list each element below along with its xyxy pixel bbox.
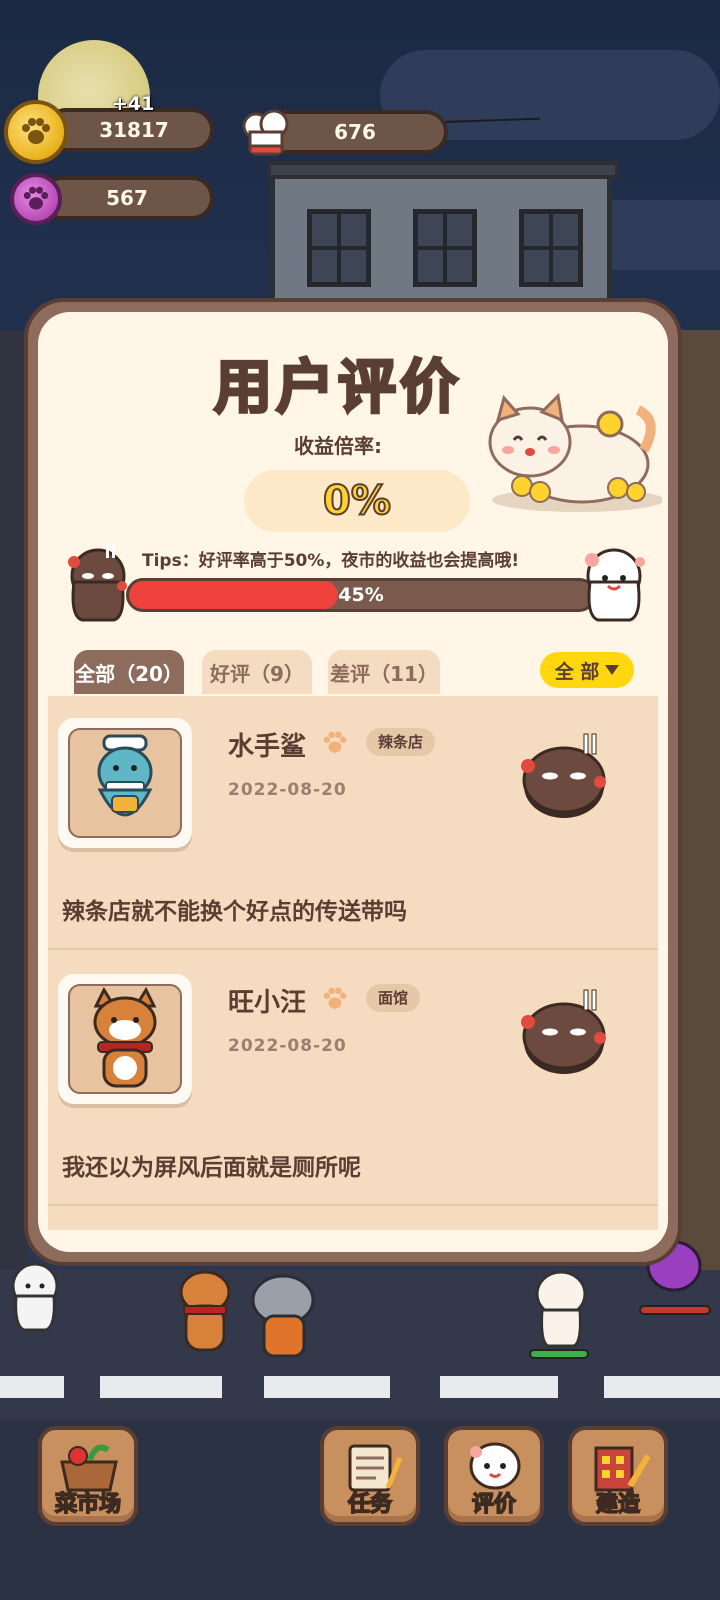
chef-hat-icon <box>242 109 289 156</box>
coin-amount: 31817 <box>99 118 169 142</box>
reviews-panel: 用户评价 收益倍率: 0% Tips：好评率高于50%，夜市的收益也会提高哦! … <box>24 298 682 1266</box>
tab-bad[interactable]: 差评（11） <box>328 650 440 694</box>
reviewer-avatar <box>58 718 192 848</box>
build-button[interactable]: 建造 <box>568 1426 668 1526</box>
paw-gem-counter: 567 <box>40 176 214 220</box>
reviewer-name: 旺小汪 <box>228 988 307 1018</box>
shop-badge: 辣条店 <box>366 728 436 756</box>
income-rate-value: 0% <box>244 470 470 532</box>
tips-text: Tips：好评率高于50%，夜市的收益也会提高哦! <box>142 551 520 571</box>
angry-face-icon <box>521 989 606 1074</box>
ghost-customer <box>11 1262 59 1332</box>
market-basket-icon <box>60 1444 118 1492</box>
review-comment: 我还以为屏风后面就是厕所呢 <box>62 1155 361 1181</box>
dog-customer <box>179 1270 231 1352</box>
caret-down-icon <box>605 665 620 675</box>
good-review-ghost-icon <box>585 548 645 622</box>
build-brush-icon <box>594 1446 651 1492</box>
review-comment: 辣条店就不能换个好点的传送带吗 <box>62 899 407 925</box>
paw-icon <box>323 731 347 753</box>
review-date: 2022-08-20 <box>228 780 347 800</box>
filter-dropdown[interactable]: 全 部 <box>540 652 634 688</box>
paw-icon <box>323 987 347 1009</box>
reviewer-avatar <box>58 974 192 1104</box>
paw-gem-amount: 567 <box>106 186 148 210</box>
good-review-progress-bar: 45% <box>126 578 596 612</box>
market-button[interactable]: 菜市场 <box>38 1426 138 1526</box>
review-item: 旺小汪 面馆 2022-08-20 我还以为屏风后面就是厕所呢 <box>48 952 658 1206</box>
tab-all[interactable]: 全部（20） <box>74 650 184 694</box>
building <box>267 161 619 310</box>
storefront-right <box>680 330 720 1270</box>
review-date: 2022-08-20 <box>228 1036 347 1056</box>
shark-sailor-icon <box>97 734 153 817</box>
purple-paw-icon <box>10 173 62 225</box>
review-button[interactable]: 评价 <box>444 1426 544 1526</box>
ghost-face-icon <box>469 1442 521 1490</box>
angry-face-icon <box>521 733 606 818</box>
lucky-cat-icon <box>488 392 662 512</box>
review-list[interactable]: 水手鲨 辣条店 2022-08-20 辣条店就不能换个好点的传送带吗 旺小汪 面… <box>48 696 658 1230</box>
filter-label: 全 部 <box>554 660 600 683</box>
elephant-customer <box>251 1274 315 1358</box>
task-scroll-icon <box>348 1444 403 1492</box>
cat-skater <box>529 1270 589 1359</box>
paw-coin-icon <box>4 100 68 164</box>
reviews-panel-inner: 用户评价 收益倍率: 0% Tips：好评率高于50%，夜市的收益也会提高哦! … <box>38 312 668 1252</box>
review-item: 水手鲨 辣条店 2022-08-20 辣条店就不能换个好点的传送带吗 <box>48 696 658 950</box>
reviewer-name: 水手鲨 <box>228 732 307 762</box>
task-button[interactable]: 任务 <box>320 1426 420 1526</box>
shiba-dog-icon <box>93 986 157 1088</box>
tab-good[interactable]: 好评（9） <box>202 650 312 694</box>
coin-gain-text: +41 <box>112 93 155 115</box>
bad-review-ghost-icon <box>68 544 127 622</box>
shop-badge: 面馆 <box>366 984 421 1012</box>
chef-hat-amount: 676 <box>334 120 376 144</box>
progress-label: 45% <box>338 584 384 606</box>
